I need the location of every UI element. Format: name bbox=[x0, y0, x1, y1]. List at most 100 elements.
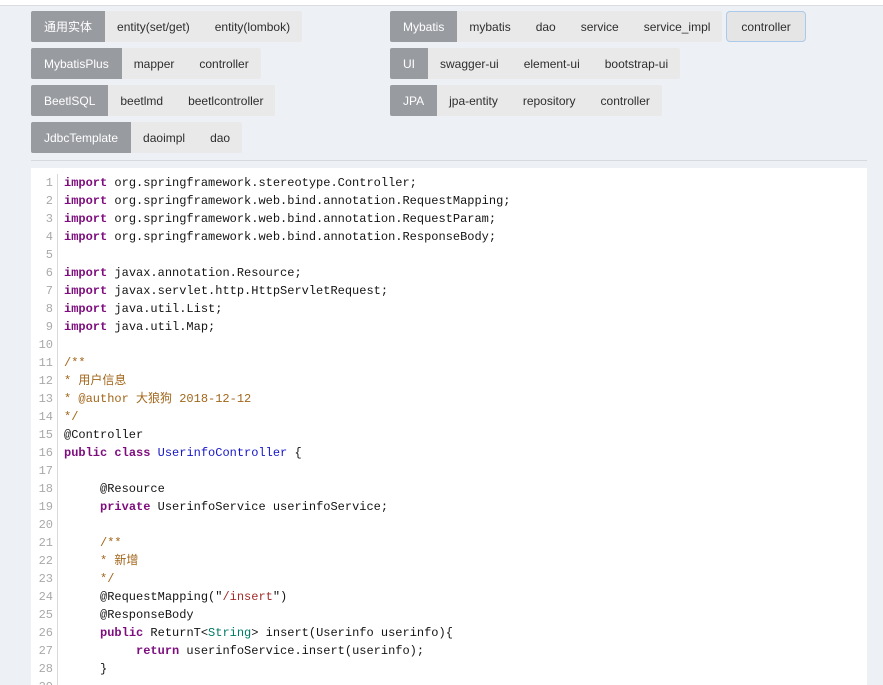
code-editor-panel[interactable]: 1import org.springframework.stereotype.C… bbox=[31, 168, 867, 685]
code-row: 8import java.util.List; bbox=[31, 300, 867, 318]
code-line: import org.springframework.web.bind.anno… bbox=[58, 228, 496, 246]
group-label-通用实体: 通用实体 bbox=[31, 11, 105, 42]
group-options: daoimpl dao bbox=[131, 122, 242, 153]
code-row: 27 return userinfoService.insert(userinf… bbox=[31, 642, 867, 660]
code-line bbox=[58, 246, 64, 264]
line-number: 1 bbox=[31, 174, 58, 192]
code-row: 16public class UserinfoController { bbox=[31, 444, 867, 462]
code-line bbox=[58, 336, 64, 354]
line-number: 17 bbox=[31, 462, 58, 480]
group-options: beetlmd beetlcontroller bbox=[108, 85, 275, 116]
line-number: 28 bbox=[31, 660, 58, 678]
option-jpa-jpa-entity[interactable]: jpa-entity bbox=[447, 94, 500, 108]
code-row: 5 bbox=[31, 246, 867, 264]
line-number: 13 bbox=[31, 390, 58, 408]
group-label-mybatisplus: MybatisPlus bbox=[31, 48, 122, 79]
code-row: 11/** bbox=[31, 354, 867, 372]
code-line: return userinfoService.insert(userinfo); bbox=[58, 642, 424, 660]
code-line: @Controller bbox=[58, 426, 143, 444]
code-line: } bbox=[58, 660, 107, 678]
line-number: 3 bbox=[31, 210, 58, 228]
group-mybatisplus: MybatisPlus mapper controller bbox=[31, 48, 261, 79]
panel-divider bbox=[31, 160, 867, 161]
line-number: 14 bbox=[31, 408, 58, 426]
line-number: 21 bbox=[31, 534, 58, 552]
group-mybatis: Mybatis mybatis dao service service_impl cont… bbox=[390, 11, 806, 42]
line-number: 23 bbox=[31, 570, 58, 588]
group-options: swagger-ui element-ui bootstrap-ui bbox=[428, 48, 680, 79]
option-jpa-controller[interactable]: controller bbox=[599, 94, 652, 108]
option-mybatis-service-impl[interactable]: service_impl bbox=[642, 20, 713, 34]
code-line: @ResponseBody bbox=[58, 606, 194, 624]
line-number: 19 bbox=[31, 498, 58, 516]
code-row: 4import org.springframework.web.bind.ann… bbox=[31, 228, 867, 246]
line-number: 20 bbox=[31, 516, 58, 534]
code-line: /** bbox=[58, 534, 122, 552]
code-line: public ReturnT<String> insert(Userinfo u… bbox=[58, 624, 453, 642]
code-row: 28 } bbox=[31, 660, 867, 678]
option-ui-element-ui[interactable]: element-ui bbox=[522, 57, 582, 71]
option-mybatis-dao[interactable]: dao bbox=[534, 20, 558, 34]
code-line bbox=[58, 462, 64, 480]
code-line bbox=[58, 678, 64, 685]
code-line bbox=[58, 516, 64, 534]
code-line: /** bbox=[58, 354, 86, 372]
code-line: public class UserinfoController { bbox=[58, 444, 302, 462]
option-mybatisplus-mapper[interactable]: mapper bbox=[132, 57, 177, 71]
option-通用实体-entity-set-get[interactable]: entity(set/get) bbox=[115, 20, 192, 34]
top-strip bbox=[0, 0, 883, 6]
line-number: 10 bbox=[31, 336, 58, 354]
group-options: jpa-entity repository controller bbox=[437, 85, 662, 116]
code-line: import java.util.Map; bbox=[58, 318, 215, 336]
option-ui-bootstrap-ui[interactable]: bootstrap-ui bbox=[603, 57, 670, 71]
group-options: mybatis dao service service_impl bbox=[457, 11, 722, 42]
line-number: 15 bbox=[31, 426, 58, 444]
option-mybatis-mybatis[interactable]: mybatis bbox=[467, 20, 512, 34]
code-line: * @author 大狼狗 2018-12-12 bbox=[58, 390, 251, 408]
code-row: 20 bbox=[31, 516, 867, 534]
code-row: 25 @ResponseBody bbox=[31, 606, 867, 624]
option-jdbctemplate-dao[interactable]: dao bbox=[208, 131, 232, 145]
option-mybatis-controller-active[interactable]: controller bbox=[726, 11, 805, 42]
code-line: * 新增 bbox=[58, 552, 138, 570]
group-label-beetlsql: BeetlSQL bbox=[31, 85, 108, 116]
code-row: 18 @Resource bbox=[31, 480, 867, 498]
code-line: @RequestMapping("/insert") bbox=[58, 588, 287, 606]
toolbar-column-right: Mybatismybatisdaoserviceservice_implcont… bbox=[390, 11, 806, 116]
code-row: 6import javax.annotation.Resource; bbox=[31, 264, 867, 282]
option-mybatis-service[interactable]: service bbox=[579, 20, 621, 34]
group-label-jdbctemplate: JdbcTemplate bbox=[31, 122, 131, 153]
group-beetlsql: BeetlSQL beetlmd beetlcontroller bbox=[31, 85, 275, 116]
line-number: 9 bbox=[31, 318, 58, 336]
line-number: 29 bbox=[31, 678, 58, 685]
group-options: mapper controller bbox=[122, 48, 261, 79]
option-jpa-repository[interactable]: repository bbox=[521, 94, 578, 108]
line-number: 11 bbox=[31, 354, 58, 372]
line-number: 25 bbox=[31, 606, 58, 624]
line-number: 4 bbox=[31, 228, 58, 246]
code-line: import javax.annotation.Resource; bbox=[58, 264, 302, 282]
group-label-jpa: JPA bbox=[390, 85, 437, 116]
option-jdbctemplate-daoimpl[interactable]: daoimpl bbox=[141, 131, 187, 145]
group-jdbctemplate: JdbcTemplate daoimpl dao bbox=[31, 122, 242, 153]
option-mybatisplus-controller[interactable]: controller bbox=[197, 57, 250, 71]
option-beetlsql-beetlmd[interactable]: beetlmd bbox=[118, 94, 165, 108]
line-number: 2 bbox=[31, 192, 58, 210]
code-row: 7import javax.servlet.http.HttpServletRe… bbox=[31, 282, 867, 300]
group-label-mybatis: Mybatis bbox=[390, 11, 457, 42]
option-beetlsql-beetlcontroller[interactable]: beetlcontroller bbox=[186, 94, 265, 108]
code-row: 19 private UserinfoService userinfoServi… bbox=[31, 498, 867, 516]
code-line: * 用户信息 bbox=[58, 372, 126, 390]
code-line: @Resource bbox=[58, 480, 165, 498]
line-number: 18 bbox=[31, 480, 58, 498]
code-row: 23 */ bbox=[31, 570, 867, 588]
line-number: 7 bbox=[31, 282, 58, 300]
group-label-ui: UI bbox=[390, 48, 428, 79]
option-通用实体-entity-lombok[interactable]: entity(lombok) bbox=[213, 20, 292, 34]
line-number: 6 bbox=[31, 264, 58, 282]
code-line: import org.springframework.web.bind.anno… bbox=[58, 192, 510, 210]
option-ui-swagger-ui[interactable]: swagger-ui bbox=[438, 57, 501, 71]
line-number: 8 bbox=[31, 300, 58, 318]
code-row: 12* 用户信息 bbox=[31, 372, 867, 390]
code-row: 2import org.springframework.web.bind.ann… bbox=[31, 192, 867, 210]
